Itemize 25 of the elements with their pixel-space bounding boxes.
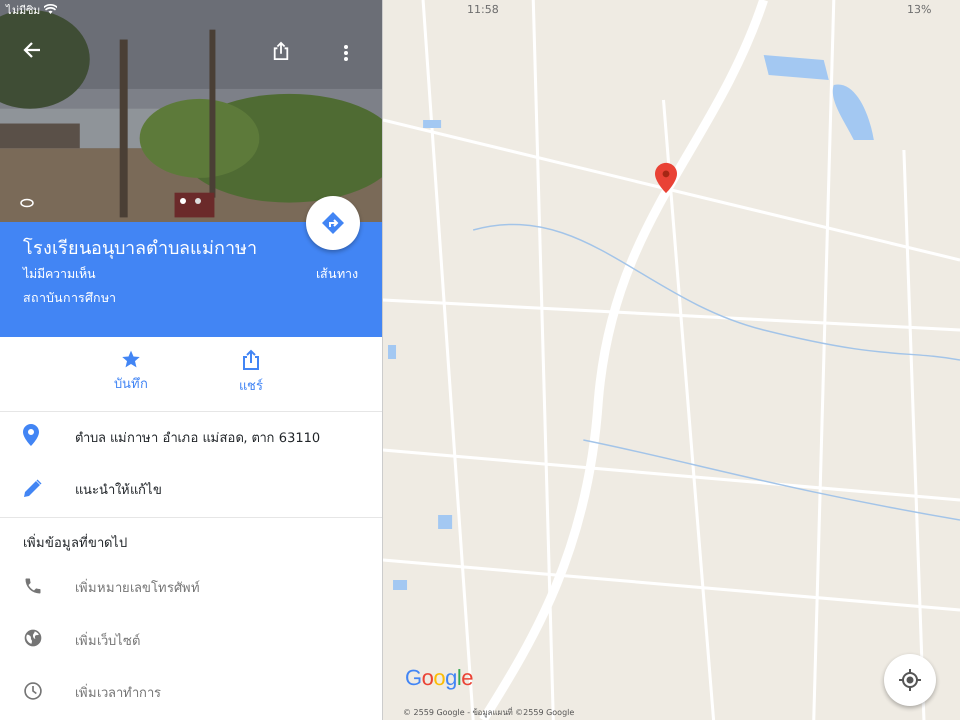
address-text: ตำบล แม่กาษา อำเภอ แม่สอด, ตาก 63110 bbox=[75, 430, 320, 448]
save-button[interactable]: บันทึก bbox=[101, 349, 161, 412]
add-info-link[interactable]: เพิ่มหมายเลขโทรศัพท์ bbox=[75, 579, 200, 599]
copyright-text: © 2559 Google - ข้อมูลแผนที่ ©2559 Google bbox=[403, 707, 574, 719]
category-label: สถาบันการศึกษา bbox=[23, 290, 116, 306]
star-icon bbox=[121, 349, 141, 370]
google-logo: Google bbox=[405, 664, 474, 692]
phone-icon bbox=[23, 576, 43, 596]
place-name: โรงเรียนอนุบาลตำบลแม่กาษา bbox=[23, 236, 258, 262]
section-title: เพิ่มข้อมูลที่ขาดไป bbox=[23, 536, 127, 552]
my-location-icon bbox=[899, 669, 921, 691]
share-icon bbox=[241, 349, 261, 372]
add-info-link[interactable]: เพิ่มเว็บไซต์ bbox=[75, 632, 140, 652]
battery-level: 13% bbox=[907, 3, 932, 16]
share-button[interactable]: แชร์ bbox=[221, 349, 281, 412]
pencil-icon bbox=[23, 478, 43, 498]
location-pin-icon bbox=[23, 424, 39, 446]
globe-icon bbox=[23, 628, 43, 648]
clock-icon bbox=[23, 680, 43, 701]
suggest-edit-link[interactable]: แนะนำให้แก้ไข bbox=[75, 481, 162, 501]
add-info-link[interactable]: เพิ่มเวลาทำการ bbox=[75, 684, 161, 704]
map-pin-icon bbox=[655, 162, 677, 194]
reviews-label: ไม่มีความเห็น bbox=[23, 264, 96, 283]
directions-label: เส้นทาง bbox=[316, 264, 358, 283]
clock-time: 11:58 bbox=[467, 3, 499, 16]
